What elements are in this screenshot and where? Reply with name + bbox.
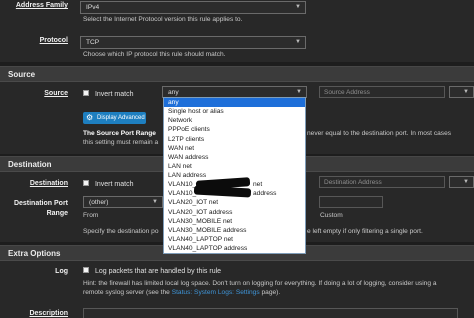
source-invert-label: Invert match (94, 91, 134, 98)
source-address-input[interactable]: Source Address (319, 86, 445, 98)
dropdown-option[interactable]: VLAN30_MOBILE address (164, 226, 305, 235)
dropdown-option[interactable]: any (164, 98, 305, 108)
dropdown-option[interactable]: Network (164, 116, 305, 125)
dropdown-option[interactable]: LAN net (164, 162, 305, 171)
description-label: Description (29, 310, 68, 317)
dropdown-option[interactable]: VLAN30_MOBILE net (164, 217, 305, 226)
description-input[interactable] (83, 308, 458, 318)
dropdown-option-label: VLAN30_MOBILE address (168, 226, 247, 234)
source-section-header: Source (0, 66, 474, 82)
display-advanced-button[interactable]: ⚙ Display Advanced (83, 112, 146, 124)
dropdown-option-label: VLAN30_MOBILE net (168, 217, 233, 225)
syslog-settings-link[interactable]: Status: System Logs: Settings (172, 289, 260, 296)
dropdown-option[interactable]: VLAN40_LAPTOP address (164, 244, 305, 253)
destination-port-from-select[interactable]: (other) ▼ (83, 196, 163, 208)
dropdown-option-label: VLAN20_IOT net (168, 199, 219, 207)
dropdown-options: any Single host or alias Network PPPoE clie… (164, 98, 305, 253)
source-invert-checkbox[interactable]: Invert match (83, 90, 133, 98)
source-address-placeholder: Source Address (324, 89, 370, 96)
dropdown-option-suffix: address (253, 190, 277, 198)
log-hint-post: page). (259, 289, 281, 296)
source-port-help-line2: this setting must remain a (83, 139, 159, 146)
chevron-down-icon: ▼ (295, 39, 301, 45)
protocol-label: Protocol (39, 37, 68, 44)
dropdown-option[interactable]: VLAN20_IOT net (164, 198, 305, 207)
chevron-down-icon: ▼ (152, 199, 158, 205)
log-label: Log (55, 268, 68, 275)
chevron-down-icon: ▼ (463, 179, 469, 185)
dropdown-option[interactable]: WAN net (164, 144, 305, 153)
source-port-range-bold: The Source Port Range (83, 130, 156, 137)
destination-from-label: From (83, 212, 99, 219)
dropdown-option[interactable]: L2TP clients (164, 135, 305, 144)
destination-invert-label: Invert match (94, 181, 134, 188)
protocol-value: TCP (86, 39, 100, 46)
source-mask-select[interactable]: ▼ (449, 86, 474, 98)
destination-address-placeholder: Destination Address (324, 179, 382, 186)
dropdown-option-label: WAN address (168, 153, 209, 161)
dropdown-option-label: VLAN40_LAPTOP net (168, 235, 234, 243)
dropdown-option[interactable]: VLAN20_IOT address (164, 208, 305, 217)
log-hint-line1: Hint: the firewall has limited local log… (83, 280, 437, 287)
log-checkbox-label: Log packets that are handled by this rul… (94, 268, 222, 275)
gear-icon: ⚙ (86, 113, 94, 122)
dropdown-option-label: PPPoE clients (168, 126, 210, 134)
destination-invert-checkbox[interactable]: Invert match (83, 180, 133, 188)
dropdown-option-label: VLAN20_IOT address (168, 208, 233, 216)
destination-address-input[interactable]: Destination Address (319, 176, 445, 188)
destination-label: Destination (29, 180, 68, 187)
source-port-help-left: The Source Port Range this setting must … (83, 129, 163, 147)
dropdown-option-label: LAN net (168, 162, 192, 170)
dropdown-option-label: Single host or alias (168, 108, 224, 116)
destination-port-range-label-line1: Destination Port (13, 200, 68, 207)
source-label: Source (44, 90, 68, 97)
source-port-help-right: never equal to the destination port. In … (307, 130, 452, 137)
source-type-dropdown-list[interactable]: any Single host or alias Network PPPoE clie… (163, 97, 306, 254)
checkbox-box[interactable] (83, 267, 89, 273)
destination-mask-select[interactable]: ▼ (449, 176, 474, 188)
destination-custom-label: Custom (320, 212, 343, 219)
log-hint: Hint: the firewall has limited local log… (83, 279, 471, 297)
display-advanced-label: Display Advanced (97, 115, 145, 121)
dropdown-option-label: LAN address (168, 172, 207, 179)
chevron-down-icon: ▼ (463, 89, 469, 95)
destination-port-help-right: e left empty if only filtering a single … (307, 228, 423, 235)
dropdown-option-label: any (168, 99, 179, 106)
dropdown-option[interactable]: WAN address (164, 153, 305, 162)
destination-port-from-value: (other) (89, 199, 109, 206)
dropdown-option-suffix: net (253, 181, 263, 189)
dropdown-option-label: Network (168, 117, 193, 125)
dropdown-option-label: VLAN10_ (168, 181, 197, 189)
protocol-help: Choose which IP protocol this rule shoul… (83, 51, 226, 58)
address-family-help: Select the Internet Protocol version thi… (83, 16, 243, 23)
destination-port-range-label: Destination Port Range (0, 199, 68, 219)
source-type-value: any (168, 89, 179, 96)
address-family-label: Address Family (15, 2, 68, 9)
dropdown-option-label: WAN net (168, 144, 195, 152)
address-family-select[interactable]: IPv4 ▼ (80, 1, 306, 14)
chevron-down-icon: ▼ (295, 4, 301, 10)
log-hint-pre: remote syslog server (see the (83, 289, 172, 296)
destination-port-range-label-line2: Range (46, 210, 68, 217)
dropdown-option-label: L2TP clients (168, 135, 205, 143)
checkbox-box[interactable] (83, 180, 89, 186)
dropdown-option-label: VLAN40_LAPTOP address (168, 245, 248, 252)
dropdown-option-label: VLAN10_ (168, 190, 197, 198)
dropdown-option[interactable]: VLAN40_LAPTOP net (164, 235, 305, 244)
log-checkbox[interactable]: Log packets that are handled by this rul… (83, 267, 221, 275)
dropdown-option[interactable]: Single host or alias (164, 107, 305, 116)
destination-port-help-left: Specify the destination po (83, 228, 159, 235)
checkbox-box[interactable] (83, 90, 89, 96)
log-hint-line2: remote syslog server (see the Status: Sy… (83, 288, 471, 297)
address-family-value: IPv4 (86, 4, 100, 11)
destination-port-custom-input[interactable] (319, 196, 383, 208)
dropdown-option[interactable]: PPPoE clients (164, 125, 305, 134)
protocol-select[interactable]: TCP ▼ (80, 36, 306, 49)
